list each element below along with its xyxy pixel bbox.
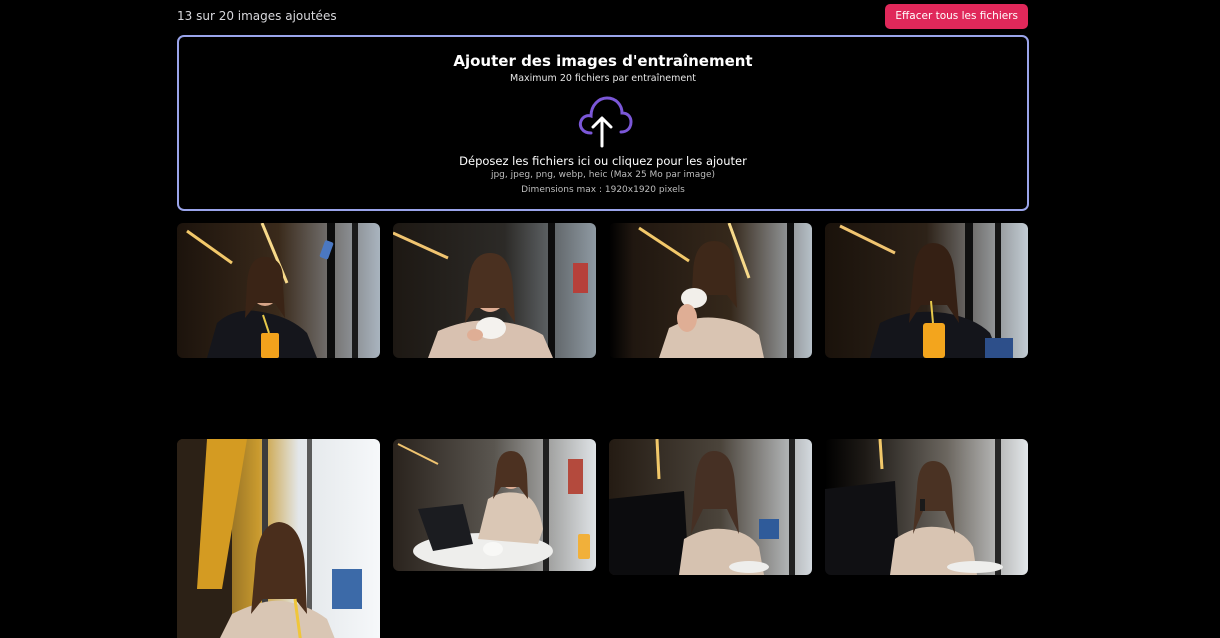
dropzone-formats: jpg, jpeg, png, webp, heic (Max 25 Mo pa…	[490, 170, 716, 180]
image-count-label: 13 sur 20 images ajoutées	[177, 9, 337, 23]
photo-image	[825, 439, 1028, 575]
image-thumbnail-2[interactable]	[393, 223, 596, 358]
image-thumbnail-7[interactable]	[609, 439, 812, 575]
photo-image	[393, 223, 596, 358]
upload-dropzone[interactable]: Ajouter des images d'entraînement Maximu…	[177, 35, 1029, 211]
photo-image	[609, 439, 812, 575]
photo-image	[825, 223, 1028, 358]
image-thumbnail-1[interactable]	[177, 223, 380, 358]
clear-all-files-button[interactable]: Effacer tous les fichiers	[885, 4, 1028, 29]
dropzone-dimensions: Dimensions max : 1920x1920 pixels	[521, 185, 685, 195]
image-thumbnail-4[interactable]	[825, 223, 1028, 358]
dropzone-title: Ajouter des images d'entraînement	[453, 52, 753, 70]
upload-page: 13 sur 20 images ajoutées Effacer tous l…	[0, 0, 1220, 638]
image-thumbnail-8[interactable]	[825, 439, 1028, 575]
dropzone-instruction: Déposez les fichiers ici ou cliquez pour…	[459, 154, 747, 168]
image-thumbnail-5[interactable]	[177, 439, 380, 638]
cloud-upload-icon	[578, 96, 633, 148]
photo-image	[177, 439, 380, 638]
photo-image	[609, 223, 812, 358]
image-thumbnail-6[interactable]	[393, 439, 596, 571]
dropzone-subtitle: Maximum 20 fichiers par entraînement	[510, 73, 696, 84]
image-thumbnail-3[interactable]	[609, 223, 812, 358]
photo-image	[177, 223, 380, 358]
upload-header: 13 sur 20 images ajoutées Effacer tous l…	[177, 4, 1028, 29]
photo-image	[393, 439, 596, 571]
